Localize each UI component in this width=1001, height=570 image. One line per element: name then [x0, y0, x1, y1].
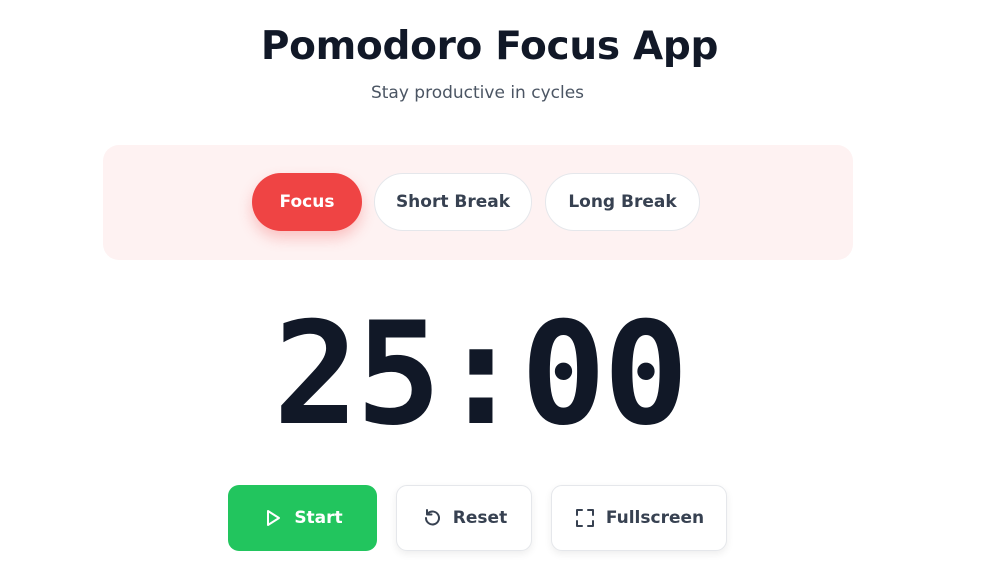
timer-display: 25:00: [273, 292, 688, 457]
fullscreen-button-label: Fullscreen: [605, 508, 705, 528]
start-button-label: Start: [294, 508, 343, 528]
reset-button-label: Reset: [452, 508, 508, 528]
mode-long-break-label: Long Break: [568, 192, 677, 212]
app-title: Pomodoro Focus App: [260, 24, 719, 69]
start-button[interactable]: Start: [228, 485, 377, 551]
fullscreen-icon: [574, 507, 596, 529]
reset-button[interactable]: Reset: [396, 485, 532, 551]
reset-icon: [421, 507, 443, 529]
mode-long-break-button[interactable]: Long Break: [545, 173, 700, 231]
play-icon: [262, 507, 284, 529]
app-subtitle: Stay productive in cycles: [370, 83, 585, 103]
fullscreen-button[interactable]: Fullscreen: [551, 485, 727, 551]
mode-focus-button[interactable]: Focus: [252, 173, 362, 231]
mode-selector-panel: Focus Short Break Long Break: [103, 145, 853, 260]
mode-focus-label: Focus: [279, 192, 335, 212]
mode-short-break-button[interactable]: Short Break: [374, 173, 532, 231]
mode-short-break-label: Short Break: [395, 192, 511, 212]
